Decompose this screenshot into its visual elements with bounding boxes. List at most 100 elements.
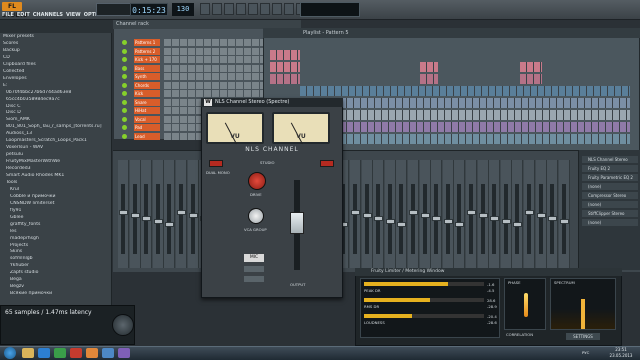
browser-item[interactable]: Collected — [0, 69, 112, 76]
browser-item[interactable]: CNSNDW limiterset — [0, 201, 112, 208]
mixer-channel-strip[interactable] — [431, 160, 443, 268]
playlist-clip[interactable] — [340, 98, 630, 108]
mixer-channel-strip[interactable] — [489, 160, 501, 268]
browser-item[interactable]: Projects — [0, 243, 112, 250]
mic-button[interactable]: MIC — [244, 254, 264, 262]
mixer-channel-strip[interactable] — [419, 160, 431, 268]
mixer-channel-strip[interactable] — [535, 160, 547, 268]
channel-name-button[interactable]: Kick + 170 — [134, 56, 160, 63]
mixer-channel-strip[interactable] — [361, 160, 373, 268]
channel-name-button[interactable]: Chords — [134, 81, 160, 89]
song-time-display[interactable]: 0:15:23 — [130, 3, 168, 16]
browser-item[interactable]: CD — [0, 55, 112, 62]
channel-fader[interactable] — [478, 213, 488, 218]
channel-fader[interactable] — [525, 210, 534, 215]
browser-item[interactable]: Ykhuber — [0, 263, 112, 270]
tempo-display[interactable]: 130 — [172, 3, 194, 16]
channel-fader[interactable] — [385, 219, 395, 224]
playlist-clip[interactable] — [270, 74, 300, 84]
system-clock[interactable]: 23:51 23.05.2013 — [604, 347, 638, 359]
channel-fader[interactable] — [455, 222, 465, 227]
channel-name-button[interactable]: Patterns 1 — [134, 39, 160, 46]
app-icon[interactable] — [118, 348, 130, 358]
drive-knob[interactable] — [248, 172, 266, 190]
browser-item[interactable]: 801_801_Soph_Tau_r_samps_[torrents.ru] — [0, 124, 112, 131]
channel-fader[interactable] — [490, 216, 500, 221]
browser-item[interactable]: 0b70f4bbc27b6d744ad63e8 — [0, 90, 112, 97]
explorer-icon[interactable] — [22, 348, 34, 358]
browser-item[interactable]: Begzv — [0, 284, 112, 291]
studio-button[interactable] — [320, 160, 334, 167]
opera-icon[interactable] — [70, 348, 82, 358]
mixer-channel-strip[interactable] — [396, 160, 408, 268]
fx-slot[interactable]: NLS Channel Stereo — [582, 156, 638, 163]
toolbar-button[interactable] — [260, 3, 270, 15]
browser-item[interactable]: Loopmasters_Scratch_Loops_Pack1 — [0, 138, 112, 145]
browser-item[interactable]: FruityMixMasterWithWe — [0, 159, 112, 166]
channel-mute-led[interactable] — [122, 133, 127, 139]
browser-item[interactable]: Envelopes — [0, 76, 112, 83]
channel-mute-led[interactable] — [122, 125, 127, 130]
channel-name-button[interactable]: Snare — [134, 98, 160, 106]
mixer-channel-strip[interactable] — [500, 160, 512, 268]
playlist-clip[interactable] — [520, 62, 542, 72]
channel-fader[interactable] — [420, 213, 430, 218]
channel-mute-led[interactable] — [122, 74, 127, 79]
browser-item[interactable]: Disc C — [0, 104, 112, 111]
channel-fader[interactable] — [397, 222, 407, 227]
mixer-channel-strip[interactable] — [118, 160, 129, 268]
browser-item[interactable]: Krul — [0, 187, 112, 194]
channel-name-button[interactable]: Bass — [134, 64, 160, 72]
channel-name-button[interactable]: Kick — [134, 90, 160, 97]
mixer-channel-strip[interactable] — [454, 160, 466, 268]
fx-slot[interactable]: StiffClipper Stereo — [582, 210, 638, 217]
browser-item[interactable]: Clipboard files — [0, 62, 112, 69]
settings-button[interactable]: SETTINGS — [566, 333, 600, 340]
mixer-channel-strip[interactable] — [558, 160, 570, 268]
mixer-channel-strip[interactable] — [408, 160, 419, 268]
mixer-channel-strip[interactable] — [442, 160, 454, 268]
channel-mute-led[interactable] — [122, 57, 127, 62]
channel-fader[interactable] — [153, 219, 163, 224]
mixer-channel-strip[interactable] — [350, 160, 361, 268]
menu-edit[interactable]: EDIT — [17, 12, 30, 18]
browser-item[interactable]: Zapfs studio — [0, 270, 112, 277]
playlist-clip[interactable] — [340, 122, 630, 132]
channel-mute-led[interactable] — [122, 82, 127, 88]
mixer-channel-strip[interactable] — [524, 160, 535, 268]
channel-mute-led[interactable] — [122, 116, 127, 122]
browser-item[interactable]: Audioss_13 — [0, 131, 112, 138]
channel-fader[interactable] — [559, 219, 569, 224]
fl-studio-taskbar-icon[interactable] — [86, 348, 98, 358]
vca-group-knob[interactable] — [248, 208, 264, 224]
trim-button[interactable] — [244, 276, 264, 282]
playlist-clip[interactable] — [270, 62, 300, 72]
playlist-clip[interactable] — [420, 74, 438, 84]
media-icon[interactable] — [54, 348, 66, 358]
browser-item[interactable]: Tools — [0, 180, 112, 187]
channel-name-button[interactable]: Synth — [134, 73, 160, 80]
playlist-clip[interactable] — [270, 50, 300, 60]
browser-icon[interactable] — [38, 348, 50, 358]
channel-fader[interactable] — [548, 216, 558, 221]
channel-mute-led[interactable] — [122, 40, 127, 45]
channel-name-button[interactable]: Patterns 2 — [134, 47, 160, 55]
line-button[interactable] — [244, 266, 264, 272]
fx-slot[interactable]: Compressor Stereo — [582, 192, 638, 199]
browser-item[interactable]: Recorded3 — [0, 166, 112, 173]
word-icon[interactable] — [102, 348, 114, 358]
browser-item[interactable]: Backup — [0, 48, 112, 55]
playlist-clip[interactable] — [340, 134, 630, 144]
start-button-icon[interactable] — [4, 347, 16, 359]
playlist-clip[interactable] — [340, 110, 630, 120]
browser-item[interactable]: sofmlnlgb — [0, 256, 112, 263]
channel-fader[interactable] — [188, 213, 198, 218]
toolbar-button[interactable] — [236, 3, 246, 15]
channel-fader[interactable] — [536, 213, 546, 218]
channel-name-button[interactable]: Lead — [134, 132, 160, 140]
mixer-channel-strip[interactable] — [547, 160, 559, 268]
toolbar-button[interactable] — [272, 3, 282, 15]
toolbar-button[interactable] — [224, 3, 234, 15]
browser-item[interactable]: Scores — [0, 41, 112, 48]
mixer-channel-strip[interactable] — [477, 160, 489, 268]
